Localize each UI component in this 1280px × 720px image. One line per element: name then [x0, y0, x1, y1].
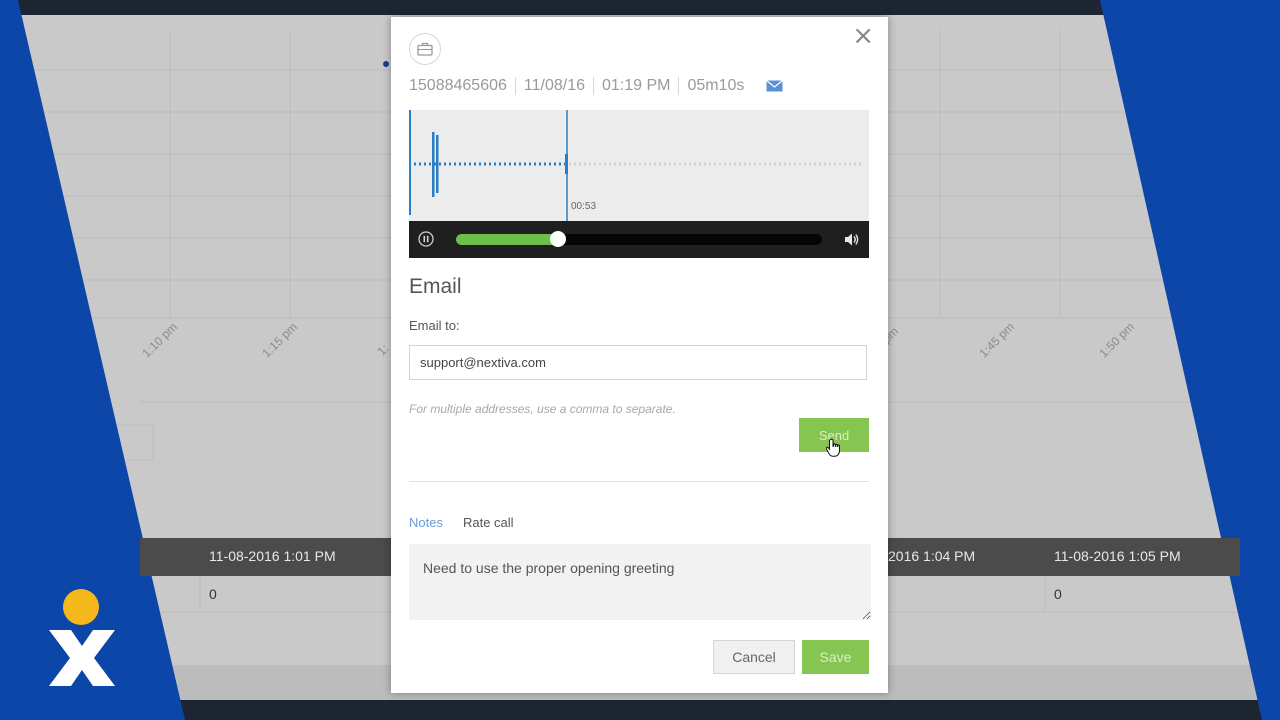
- tab-notes[interactable]: Notes: [409, 515, 443, 530]
- progress-handle[interactable]: [550, 231, 567, 247]
- table-cell: 0: [1054, 586, 1062, 602]
- hand-cursor-icon: [826, 438, 840, 457]
- nextiva-logo: [49, 589, 115, 686]
- email-hint: For multiple addresses, use a comma to s…: [409, 402, 676, 416]
- save-button[interactable]: Save: [802, 640, 869, 674]
- divider: [678, 77, 680, 95]
- progress-track[interactable]: [456, 231, 822, 247]
- call-duration: 05m10s: [687, 77, 745, 94]
- table-header-cell: 2016 1:04 PM: [888, 548, 976, 564]
- email-to-label: Email to:: [409, 318, 460, 333]
- divider: [592, 77, 594, 95]
- table-cell: 0: [209, 586, 217, 602]
- section-divider: [409, 481, 869, 482]
- email-icon[interactable]: [766, 80, 784, 92]
- pause-icon[interactable]: [418, 231, 434, 247]
- audio-player: [409, 221, 869, 258]
- close-icon[interactable]: ×: [852, 21, 874, 51]
- notes-tabs: Notes Rate call: [409, 515, 514, 530]
- call-time: 01:19 PM: [601, 77, 671, 94]
- email-to-input[interactable]: [409, 345, 867, 380]
- briefcase-icon[interactable]: [409, 33, 441, 65]
- table-header-cell: 11-08-2016 1:01 PM: [209, 548, 336, 564]
- tab-rate-call[interactable]: Rate call: [463, 515, 514, 530]
- chart-point: [383, 61, 389, 67]
- call-date: 11/08/16: [523, 77, 585, 94]
- divider: [514, 77, 516, 95]
- call-meta: 15088465606 11/08/16 01:19 PM 05m10s: [409, 77, 784, 95]
- playhead-time: 00:53: [571, 201, 597, 212]
- waveform[interactable]: 00:53: [409, 110, 869, 221]
- table-header-cell: 11-08-2016 1:05 PM: [1054, 548, 1181, 564]
- email-section-title: Email: [409, 275, 462, 298]
- call-phone: 15088465606: [409, 77, 507, 94]
- call-detail-modal: × 15088465606 11/08/16 01:19 PM 05m10s 0…: [391, 17, 888, 693]
- volume-icon[interactable]: [844, 232, 859, 247]
- progress-fill: [456, 234, 559, 245]
- cancel-button[interactable]: Cancel: [713, 640, 795, 674]
- notes-textarea[interactable]: Need to use the proper opening greeting: [409, 544, 871, 620]
- waveform-graphic: [409, 110, 864, 221]
